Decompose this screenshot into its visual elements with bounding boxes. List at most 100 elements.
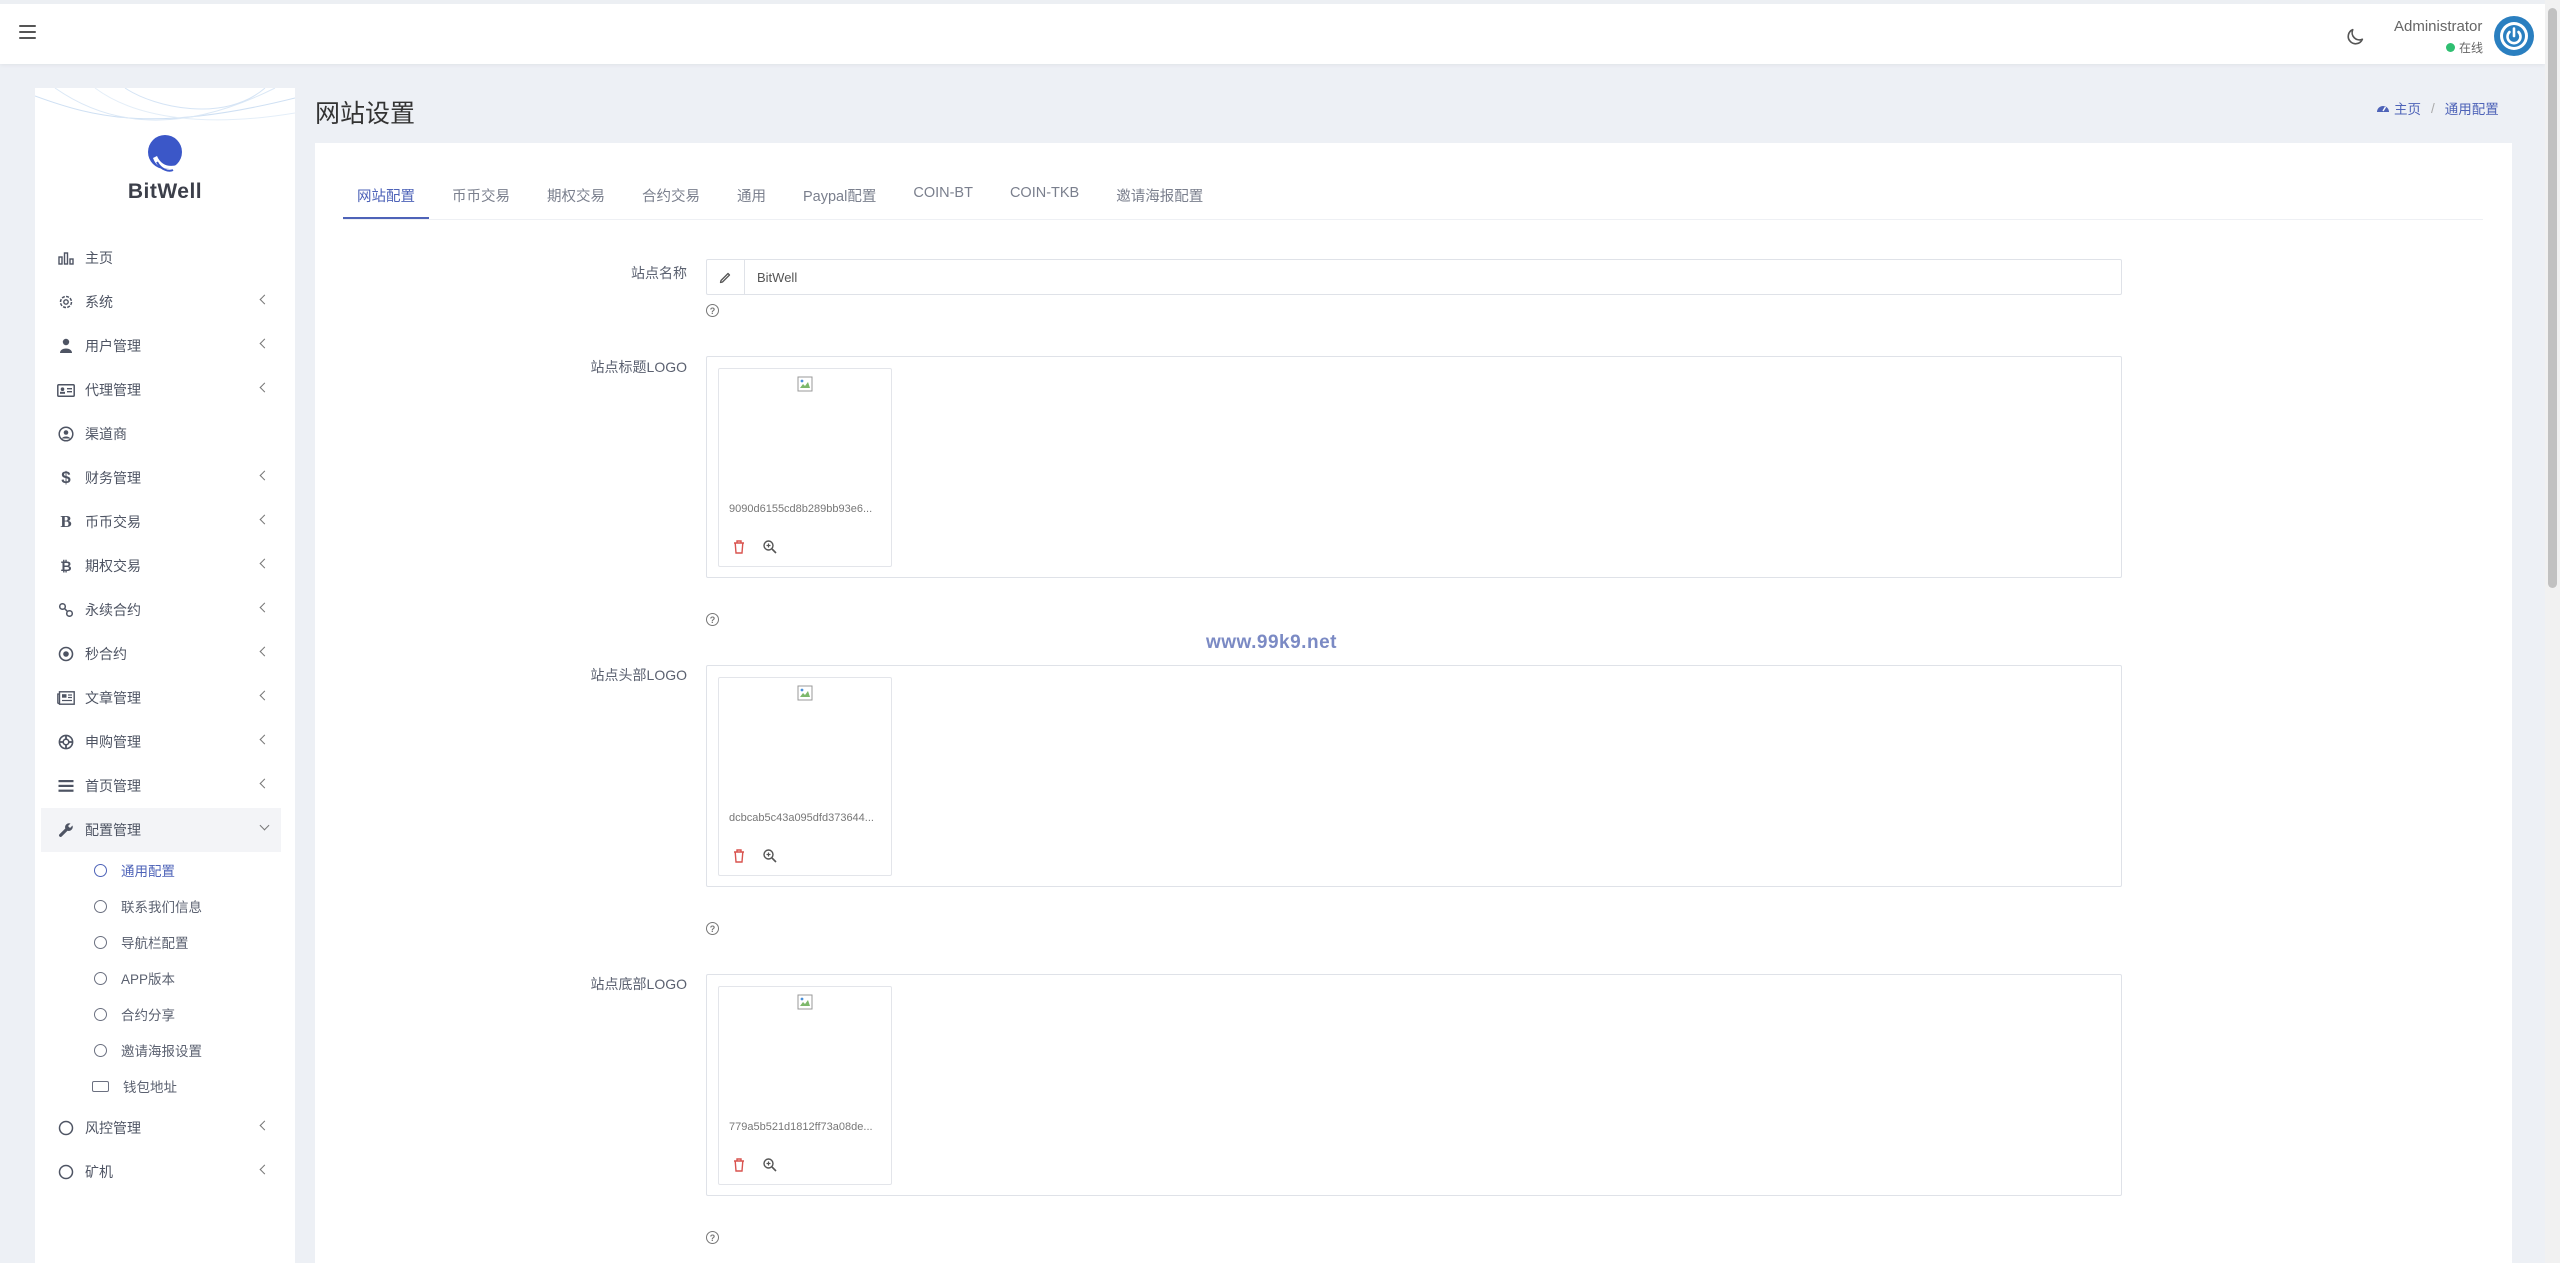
sidebar-subitem-wallet-address[interactable]: 钱包地址 [35,1068,295,1104]
link-icon [56,600,76,620]
page-scrollbar[interactable] [2545,0,2560,1263]
circle-icon [94,935,107,949]
bitcoin-icon: ₿ [60,558,72,574]
sidebar-item-homepage[interactable]: 首页管理 [35,764,295,808]
sidebar-item-label: 系统 [85,294,113,310]
sidebar-subitem-general-config[interactable]: 通用配置 [35,852,295,888]
circle-icon [94,1043,107,1057]
tab-poster-config[interactable]: 邀请海报配置 [1102,173,1217,218]
dashboard-icon [2377,106,2389,112]
title-logo-label: 站点标题LOGO [590,359,687,375]
tab-contract-trading[interactable]: 合约交易 [628,173,714,218]
help-icon[interactable]: ? [706,304,719,317]
tab-general[interactable]: 通用 [723,173,780,218]
life-ring-icon [56,732,76,752]
sidebar-item-config[interactable]: 配置管理 [41,808,281,852]
menu-toggle-icon[interactable] [19,25,36,39]
page-title: 网站设置 [315,100,416,128]
gear-icon [56,292,76,312]
zoom-icon[interactable] [762,1157,778,1173]
footer-logo-upload[interactable]: 779a5b521d1812ff73a08de... [706,974,2122,1196]
circle-icon [56,1118,76,1138]
sidebar-subitem-contract-share[interactable]: 合约分享 [35,996,295,1032]
dark-mode-icon[interactable] [2344,26,2366,48]
sidebar-subitem-poster-settings[interactable]: 邀请海报设置 [35,1032,295,1068]
tab-coin-bt[interactable]: COIN-BT [899,173,987,218]
title-logo-upload[interactable]: 9090d6155cd8b289bb93e6... [706,356,2122,578]
sidebar-item-subscription[interactable]: 申购管理 [35,720,295,764]
zoom-icon[interactable] [762,539,778,555]
money-bill-icon [92,1080,109,1092]
scrollbar-thumb[interactable] [2548,8,2557,588]
zoom-icon[interactable] [762,848,778,864]
tab-paypal-config[interactable]: Paypal配置 [789,173,890,218]
breadcrumb-home-label: 主页 [2394,102,2421,117]
breadcrumb-home[interactable]: 主页 [2376,98,2421,118]
chevron-left-icon [259,558,270,569]
sidebar-item-finance[interactable]: $ 财务管理 [35,456,295,500]
settings-tabs: 网站配置 币币交易 期权交易 合约交易 通用 Paypal配置 COIN-BT … [343,173,1226,220]
file-name: 9090d6155cd8b289bb93e6... [729,503,873,515]
admin-name[interactable]: Administrator [2394,18,2482,35]
brand-name: BitWell [127,180,203,203]
help-icon[interactable]: ? [706,613,719,626]
sidebar-subitem-label: 导航栏配置 [121,936,189,951]
sidebar-menu: 主页 系统 用户管理 代理管理 渠道商 $ 财务管理 B 币币交易 ₿ 期权交易… [35,236,295,1194]
help-icon[interactable]: ? [706,1231,719,1244]
dollar-icon: $ [61,468,71,487]
avatar[interactable] [2494,16,2534,56]
circle-icon [94,863,107,877]
sidebar-item-mining[interactable]: 矿机 [35,1150,295,1194]
tab-spot-trading[interactable]: 币币交易 [438,173,524,218]
chevron-left-icon [259,382,270,393]
footer-logo-preview: 779a5b521d1812ff73a08de... [718,986,892,1185]
circle-icon [94,971,107,985]
trash-icon[interactable] [732,1157,746,1173]
sidebar-item-risk-control[interactable]: 风控管理 [35,1106,295,1150]
sidebar-item-label: 配置管理 [85,822,141,838]
help-icon[interactable]: ? [706,922,719,935]
top-navbar: Administrator 在线 [0,0,2545,64]
breadcrumb-current[interactable]: 通用配置 [2445,98,2499,118]
footer-logo-label: 站点底部LOGO [590,976,687,992]
user-tie-icon [56,336,76,356]
trash-icon[interactable] [732,848,746,864]
sidebar-subitem-app-version[interactable]: APP版本 [35,960,295,996]
sidebar-item-label: 用户管理 [85,338,141,354]
sidebar-item-label: 渠道商 [85,426,127,442]
settings-card: 网站配置 币币交易 期权交易 合约交易 通用 Paypal配置 COIN-BT … [315,143,2512,1263]
sidebar-item-second-contract[interactable]: 秒合约 [35,632,295,676]
tab-coin-tkb[interactable]: COIN-TKB [996,173,1093,218]
online-dot-icon [2446,43,2455,52]
sidebar-item-label: 申购管理 [85,734,141,750]
site-name-label: 站点名称 [631,265,687,281]
sidebar-item-channel[interactable]: 渠道商 [35,412,295,456]
tab-options-trading[interactable]: 期权交易 [533,173,619,218]
sidebar-item-perpetual[interactable]: 永续合约 [35,588,295,632]
sidebar-item-articles[interactable]: 文章管理 [35,676,295,720]
tab-website-config[interactable]: 网站配置 [343,173,429,220]
sidebar-item-users[interactable]: 用户管理 [35,324,295,368]
site-name-field [706,259,2122,295]
sidebar-item-label: 矿机 [85,1164,113,1180]
sidebar-subitem-label: 钱包地址 [123,1080,177,1095]
sidebar-item-home[interactable]: 主页 [35,236,295,280]
sidebar-item-label: 代理管理 [85,382,141,398]
chevron-left-icon [259,778,270,789]
watermark-text: www.99k9.net [1206,632,1337,653]
sidebar-subitem-navbar-config[interactable]: 导航栏配置 [35,924,295,960]
sidebar-item-label: 秒合约 [85,646,127,662]
trash-icon[interactable] [732,539,746,555]
site-name-input[interactable] [745,260,2121,294]
broken-image-icon [797,685,813,701]
sidebar-item-agents[interactable]: 代理管理 [35,368,295,412]
newspaper-icon [56,688,76,708]
sidebar-item-system[interactable]: 系统 [35,280,295,324]
sidebar-item-spot-trading[interactable]: B 币币交易 [35,500,295,544]
chevron-left-icon [259,338,270,349]
pencil-icon [707,260,745,294]
sidebar-item-options[interactable]: ₿ 期权交易 [35,544,295,588]
sidebar-subitem-contact-info[interactable]: 联系我们信息 [35,888,295,924]
title-logo-preview: 9090d6155cd8b289bb93e6... [718,368,892,567]
header-logo-upload[interactable]: dcbcab5c43a095dfd373644... [706,665,2122,887]
